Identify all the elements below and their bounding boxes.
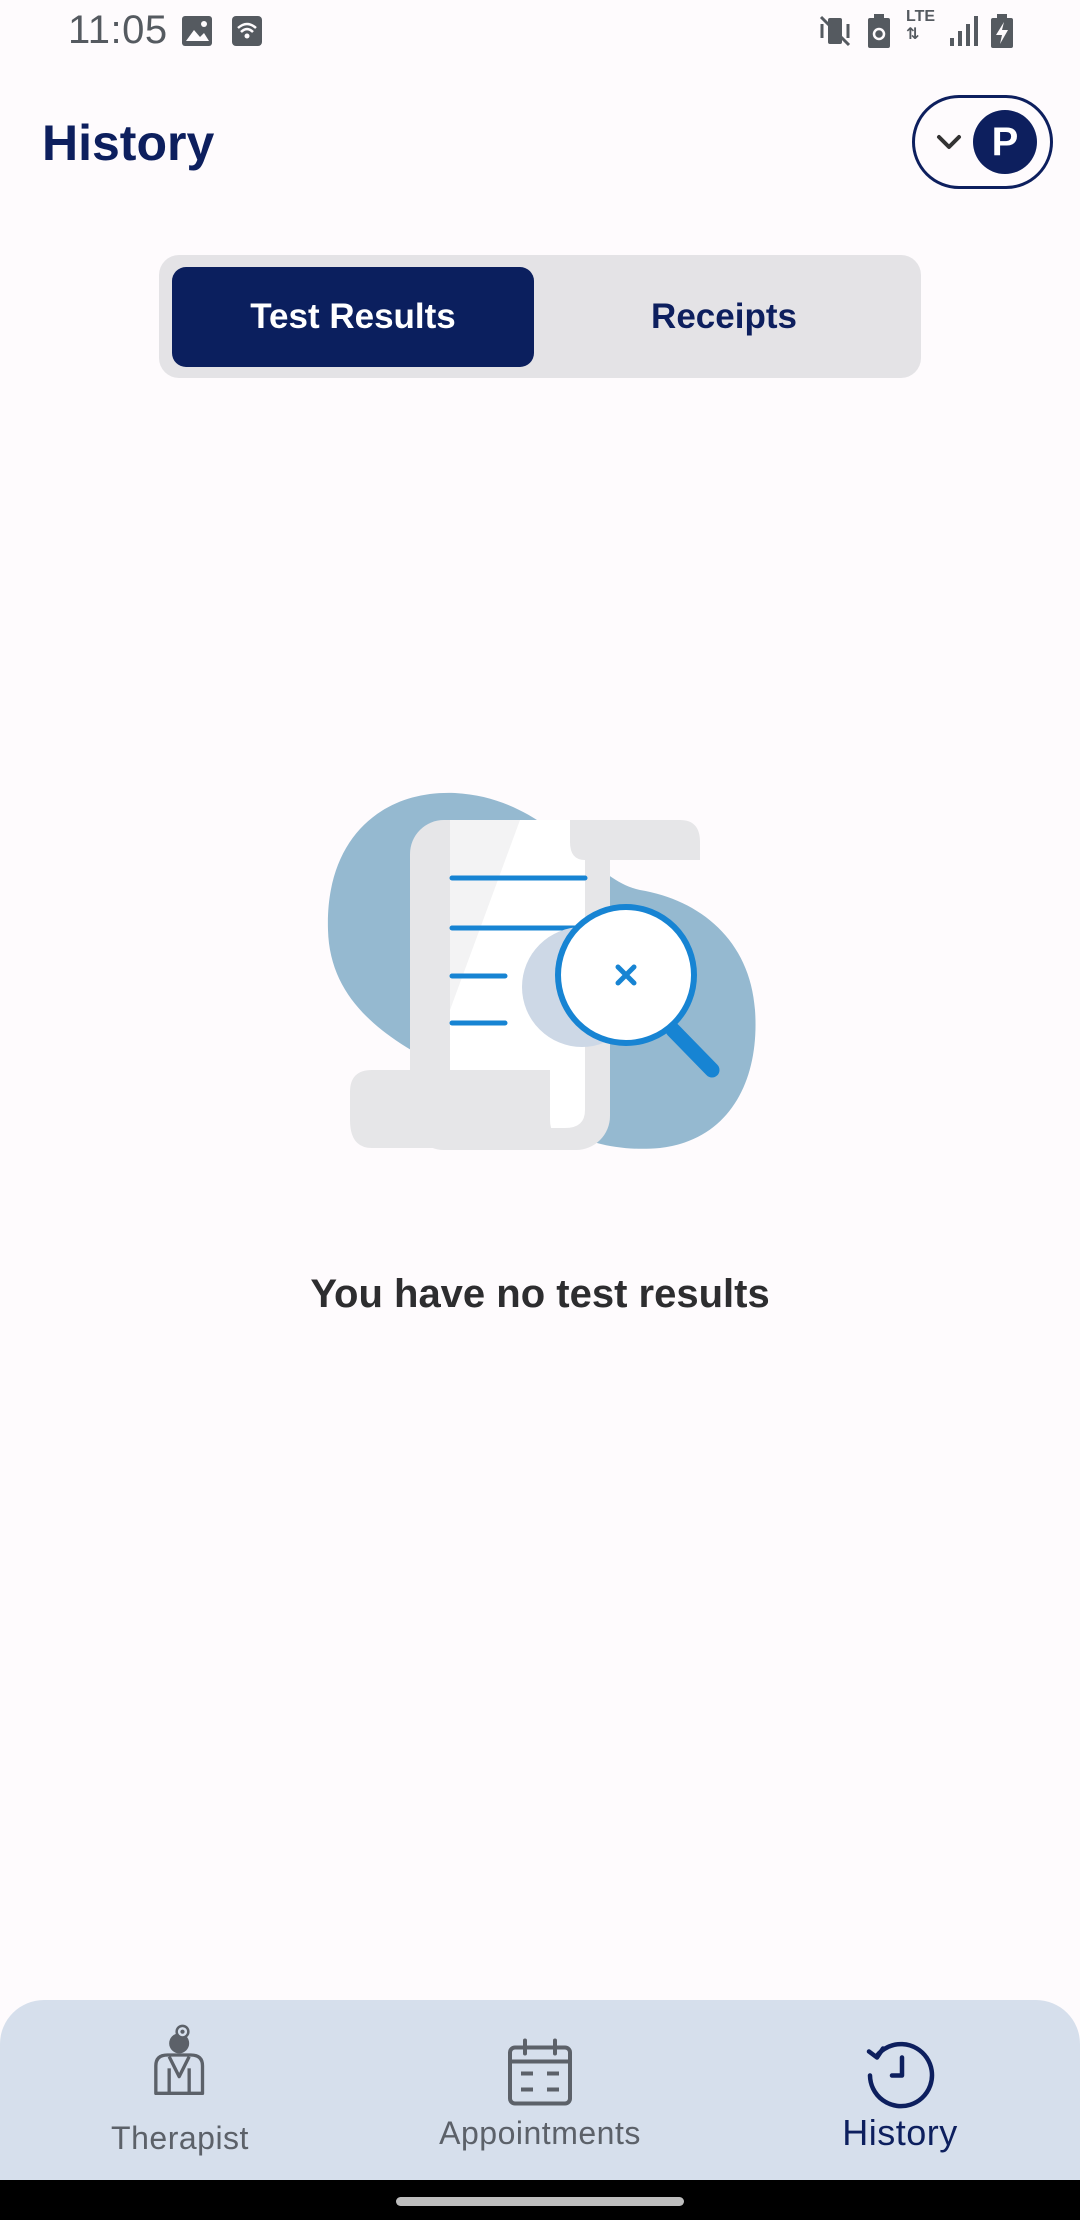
tab-receipts[interactable]: Receipts — [539, 267, 909, 367]
nav-label-history: History — [842, 2112, 958, 2153]
history-tabs: Test Results Receipts — [159, 255, 921, 378]
document-search-icon — [327, 792, 756, 1150]
status-bar: 11:05 LTE ⇅ — [0, 0, 1080, 62]
chevron-down-icon — [937, 135, 961, 149]
battery-charging-icon — [991, 14, 1013, 48]
calendar-icon — [508, 2038, 572, 2106]
tab-test-results[interactable]: Test Results — [172, 267, 534, 367]
nav-label-therapist: Therapist — [111, 2120, 249, 2156]
gesture-navigation-area — [0, 2180, 1080, 2220]
mute-vibrate-icon — [819, 15, 851, 47]
app-header: History P — [0, 90, 1080, 195]
nav-item-appointments[interactable]: Appointments — [390, 2000, 690, 2180]
status-time: 11:05 — [68, 8, 168, 52]
avatar: P — [973, 110, 1037, 174]
image-icon — [182, 16, 212, 46]
empty-state-message: You have no test results — [310, 1272, 770, 1316]
therapist-icon — [154, 2024, 205, 2095]
wifi-calling-icon — [232, 16, 262, 46]
profile-switcher-button[interactable]: P — [912, 95, 1053, 189]
history-clock-icon — [866, 2041, 935, 2109]
nav-label-appointments: Appointments — [439, 2115, 641, 2151]
battery-saver-icon — [868, 14, 890, 48]
nav-item-history[interactable]: History — [750, 2000, 1050, 2180]
network-label: LTE — [906, 8, 936, 25]
bottom-navigation: Therapist Appointments History — [0, 2000, 1080, 2180]
nav-item-therapist[interactable]: Therapist — [30, 2000, 330, 2180]
page-title: History — [42, 115, 215, 171]
lte-icon: LTE ⇅ — [906, 8, 936, 43]
gesture-handle[interactable] — [396, 2197, 684, 2206]
signal-icon — [950, 16, 978, 46]
